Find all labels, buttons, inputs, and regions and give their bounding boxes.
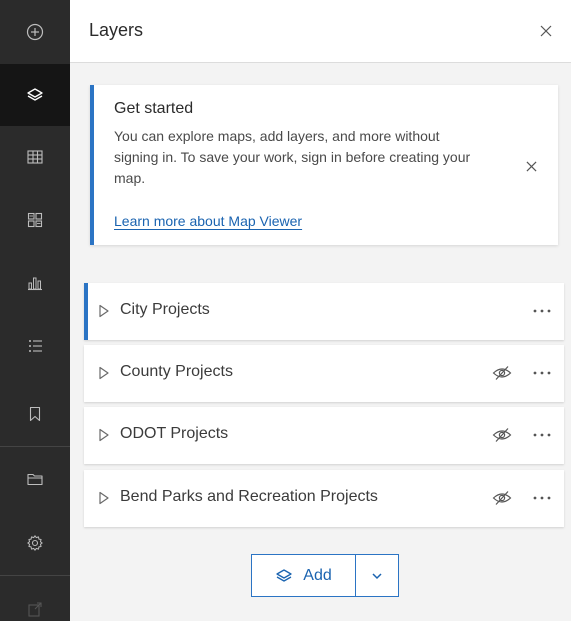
bookmarks-button[interactable] [0,383,70,445]
gear-icon [27,535,43,551]
notice-title: Get started [114,100,194,117]
add-layer-button[interactable]: Add [252,555,356,596]
map-properties-button[interactable] [0,448,70,510]
legend-icon [29,340,42,352]
table-icon [27,150,43,164]
layer-item[interactable]: Bend Parks and Recreation Projects [84,470,564,527]
share-button[interactable] [0,578,70,621]
add-circle-icon [26,23,44,41]
layer-item[interactable]: ODOT Projects [84,407,564,464]
close-panel-button[interactable] [535,20,557,42]
basemap-icon [27,212,43,228]
visibility-off-icon[interactable] [492,364,512,382]
share-icon [28,602,42,617]
layer-item[interactable]: City Projects [84,283,564,340]
bookmark-icon [29,406,41,422]
visibility-off-icon[interactable] [492,426,512,444]
tables-button[interactable] [0,126,70,188]
legend-button[interactable] [0,315,70,377]
more-options-icon [533,309,551,313]
layer-name: ODOT Projects [120,425,229,442]
caret-right-icon[interactable] [98,428,110,442]
action-bar [0,0,70,621]
layers-icon [276,568,292,582]
settings-button[interactable] [0,512,70,574]
chevron-down-icon [372,572,382,579]
dismiss-notice-button[interactable] [522,157,540,175]
layers-panel: Layers Get started You can explore maps,… [70,0,571,621]
layer-item[interactable]: County Projects [84,345,564,402]
rail-divider [0,446,70,447]
panel-header: Layers [70,0,571,63]
visibility-off-icon[interactable] [492,489,512,507]
add-circle-button[interactable] [0,1,70,63]
close-icon [525,160,537,172]
charts-icon [28,277,42,291]
caret-right-icon[interactable] [98,491,110,505]
get-started-notice: Get started You can explore maps, add la… [90,85,558,245]
add-dropdown-button[interactable] [356,555,398,596]
layer-options-button[interactable] [530,361,554,385]
layer-name: County Projects [120,363,233,380]
learn-more-link[interactable]: Learn more about Map Viewer [114,213,302,229]
notice-body: You can explore maps, add layers, and mo… [114,128,471,186]
more-options-icon [533,496,551,500]
layer-options-button[interactable] [530,486,554,510]
layer-options-button[interactable] [530,299,554,323]
layer-name: City Projects [120,301,210,318]
basemap-button[interactable] [0,189,70,251]
charts-button[interactable] [0,252,70,314]
layers-button[interactable] [0,64,70,126]
caret-right-icon[interactable] [98,304,110,318]
layer-name: Bend Parks and Recreation Projects [120,488,378,505]
rail-divider [0,575,70,576]
add-split-button: Add [251,554,399,597]
close-icon [540,25,552,37]
layers-icon [27,88,43,101]
caret-right-icon[interactable] [98,366,110,380]
more-options-icon [533,371,551,375]
add-button-label: Add [303,566,332,584]
folder-icon [27,473,43,486]
layer-options-button[interactable] [530,423,554,447]
more-options-icon [533,433,551,437]
page-title: Layers [89,20,144,40]
